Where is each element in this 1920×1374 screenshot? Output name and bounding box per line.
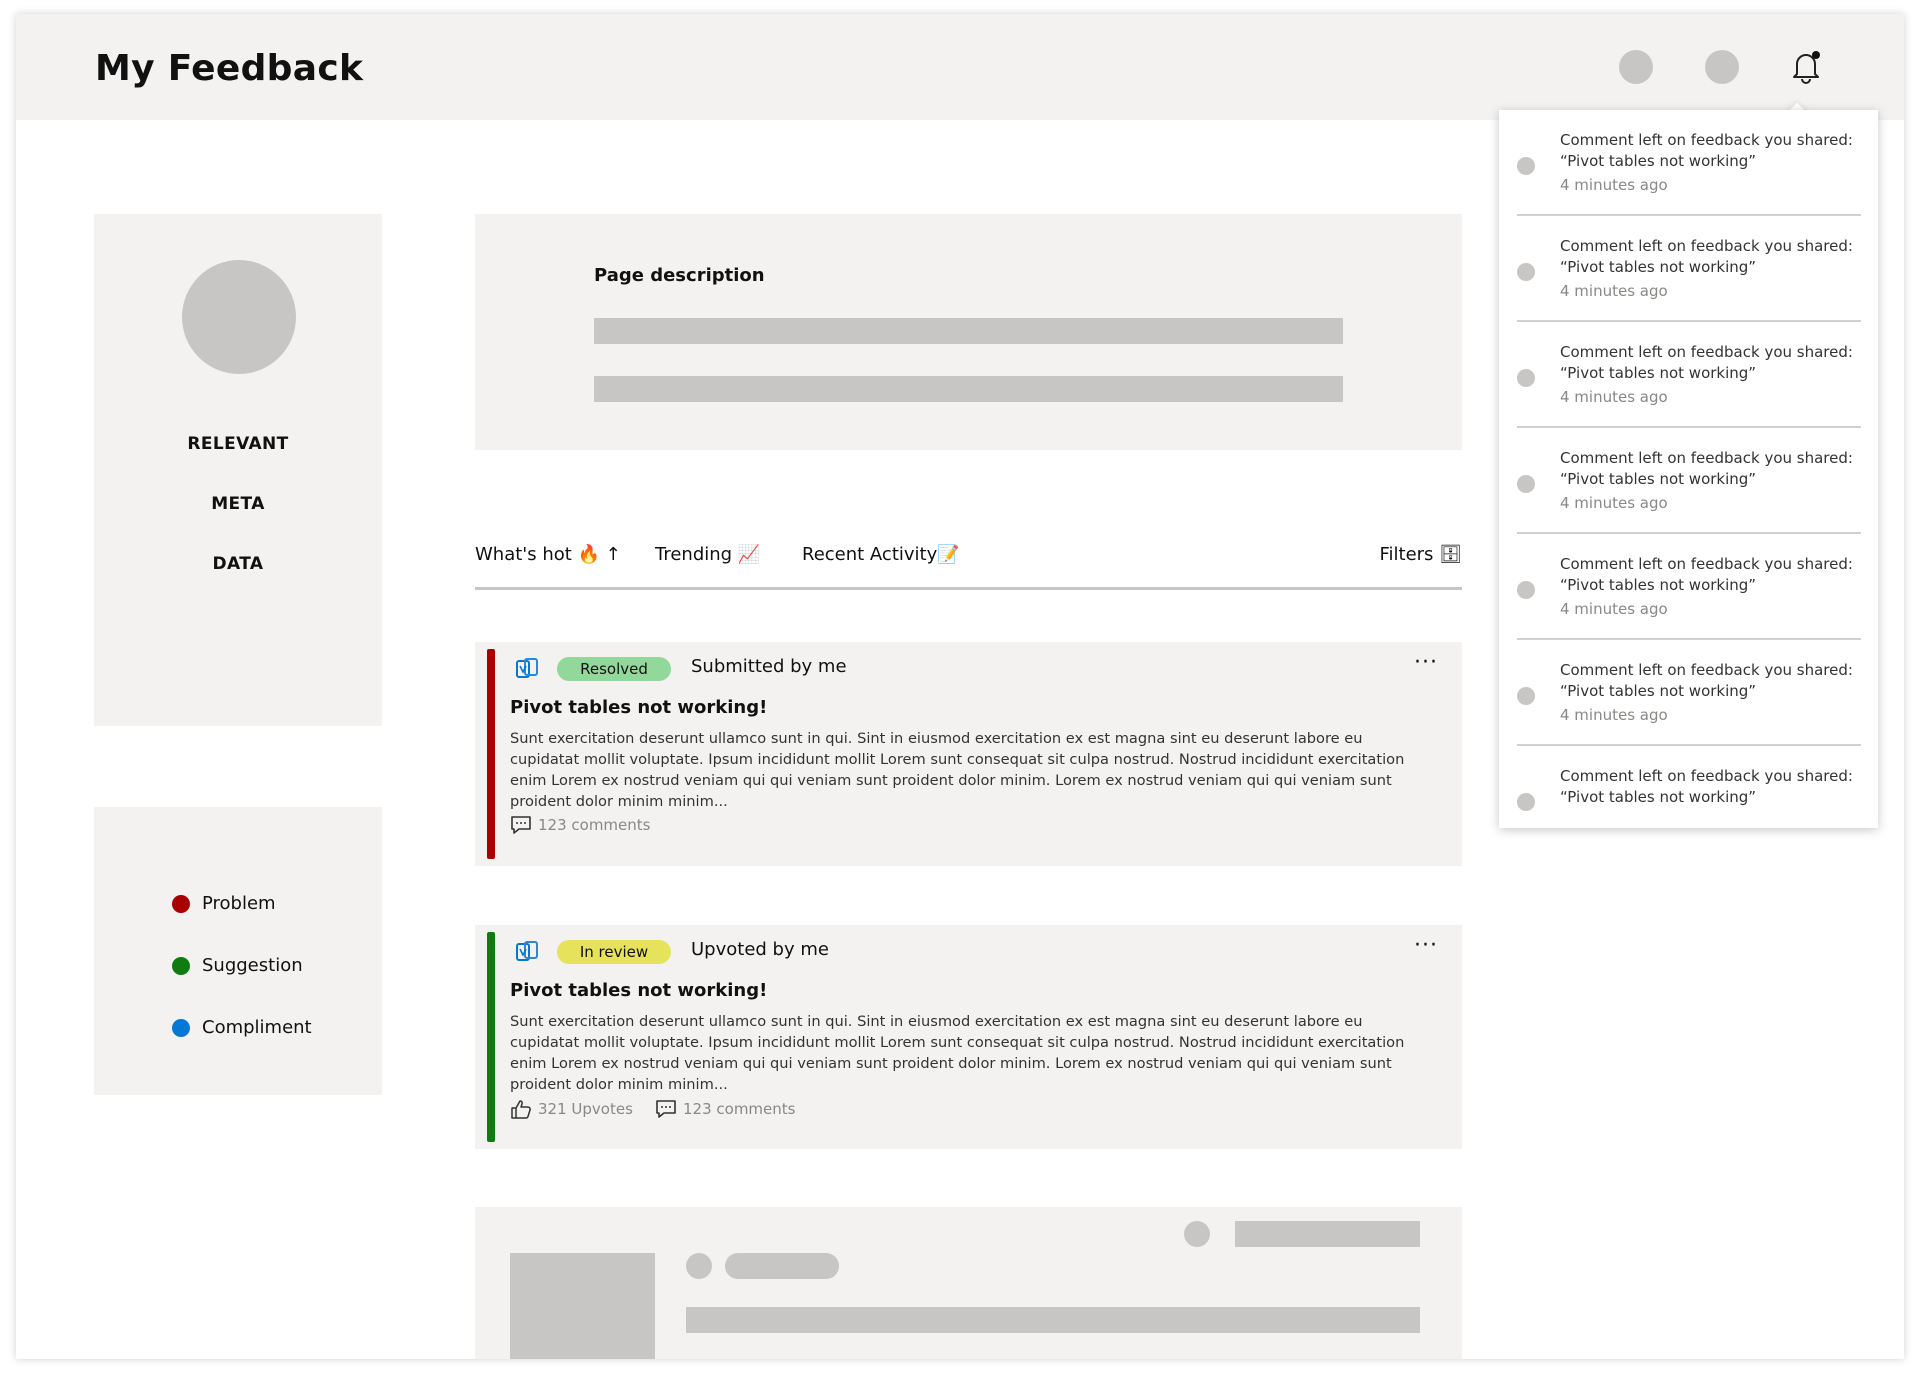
more-options-icon[interactable]: ··· [1414, 650, 1438, 675]
thumbs-up-icon [511, 1100, 531, 1119]
comments-link[interactable]: 123 comments [510, 815, 650, 835]
feedback-app-icon [514, 657, 540, 681]
notification-text: Comment left on feedback you shared: “Piv… [1560, 555, 1853, 594]
notification-time: 4 minutes ago [1560, 706, 1668, 724]
notification-time: 4 minutes ago [1560, 282, 1668, 300]
skeleton-image [510, 1253, 655, 1359]
legend-item-compliment: Compliment [172, 1017, 312, 1038]
feedback-card[interactable]: Resolved Submitted by me ··· Pivot table… [475, 642, 1462, 866]
comment-icon [656, 1100, 676, 1118]
card-body: Sunt exercitation deserunt ullamco sunt … [510, 730, 1405, 810]
meta-label: RELEVANT [187, 434, 289, 454]
skeleton-line [686, 1307, 1420, 1333]
upvote-button[interactable]: 321 Upvotes [510, 1099, 633, 1119]
unread-dot-icon [1517, 263, 1535, 281]
description-placeholder-line [594, 376, 1343, 402]
loading-card-skeleton [475, 1207, 1462, 1359]
feed-tabs: What's hot 🔥 ↑ Trending 📈 Recent Activit… [475, 544, 1462, 590]
unread-dot-icon [1517, 475, 1535, 493]
status-badge: Resolved [557, 657, 671, 681]
category-indicator [487, 932, 495, 1142]
page-title: My Feedback [95, 48, 364, 89]
tab-whats-hot[interactable]: What's hot 🔥 ↑ [475, 544, 621, 565]
meta-label: DATA [212, 554, 264, 574]
compliment-dot-icon [172, 1018, 190, 1037]
skeleton-pill [725, 1253, 839, 1279]
legend-item-problem: Problem [172, 893, 276, 914]
app-window: My Feedback RELEVANT META DATA Problem S… [16, 14, 1904, 1359]
card-relation: Upvoted by me [691, 939, 829, 960]
bell-icon[interactable] [1791, 50, 1821, 84]
notification-item[interactable]: Comment left on feedback you shared: “Piv… [1517, 534, 1861, 640]
notification-item[interactable]: Comment left on feedback you shared: “Piv… [1517, 746, 1861, 828]
description-title: Page description [594, 265, 765, 286]
upvote-count: 321 Upvotes [538, 1100, 633, 1118]
unread-dot-icon [1517, 793, 1535, 811]
legend-label: Problem [202, 893, 276, 914]
notification-item[interactable]: Comment left on feedback you shared: “Piv… [1517, 216, 1861, 322]
comments-link[interactable]: 123 comments [655, 1099, 795, 1119]
unread-dot-icon [1517, 581, 1535, 599]
comment-icon [511, 816, 531, 834]
card-title[interactable]: Pivot tables not working! [510, 980, 767, 1001]
legend-label: Suggestion [202, 955, 303, 976]
card-relation: Submitted by me [691, 656, 847, 677]
notification-text: Comment left on feedback you shared: “Piv… [1560, 343, 1853, 382]
header-avatar-placeholder[interactable] [1705, 50, 1739, 84]
notification-text: Comment left on feedback you shared: “Piv… [1560, 767, 1853, 806]
feedback-card[interactable]: In review Upvoted by me ··· Pivot tables… [475, 925, 1462, 1149]
status-badge: In review [557, 940, 671, 964]
feedback-app-icon [514, 940, 540, 964]
avatar [182, 260, 296, 374]
category-indicator [487, 649, 495, 859]
tab-recent-activity[interactable]: Recent Activity📝 [802, 544, 960, 565]
skeleton-line [1235, 1221, 1420, 1247]
filters-button[interactable]: Filters 🗄 [1379, 544, 1462, 565]
comments-count: 123 comments [538, 816, 651, 834]
legend-item-suggestion: Suggestion [172, 955, 303, 976]
unread-dot-icon [1517, 157, 1535, 175]
skeleton-circle [1184, 1221, 1210, 1247]
notification-text: Comment left on feedback you shared: “Piv… [1560, 449, 1853, 488]
page-description-card: Page description [475, 214, 1462, 450]
notification-flyout: Comment left on feedback you shared: “Piv… [1499, 110, 1878, 828]
legend-label: Compliment [202, 1017, 312, 1038]
notification-item[interactable]: Comment left on feedback you shared: “Piv… [1517, 322, 1861, 428]
meta-label: META [211, 494, 265, 514]
more-options-icon[interactable]: ··· [1414, 933, 1438, 958]
notification-time: 4 minutes ago [1560, 176, 1668, 194]
notification-time: 4 minutes ago [1560, 600, 1668, 618]
comments-count: 123 comments [683, 1100, 796, 1118]
category-legend: Problem Suggestion Compliment [94, 807, 382, 1095]
notification-text: Comment left on feedback you shared: “Piv… [1560, 237, 1853, 276]
page-header: My Feedback [16, 14, 1904, 120]
suggestion-dot-icon [172, 956, 190, 975]
card-title[interactable]: Pivot tables not working! [510, 697, 767, 718]
card-body: Sunt exercitation deserunt ullamco sunt … [510, 1013, 1405, 1093]
notification-item[interactable]: Comment left on feedback you shared: “Piv… [1517, 640, 1861, 746]
notification-item[interactable]: Comment left on feedback you shared: “Piv… [1517, 428, 1861, 534]
skeleton-circle [686, 1253, 712, 1279]
notification-time: 4 minutes ago [1560, 494, 1668, 512]
notification-item[interactable]: Comment left on feedback you shared: “Piv… [1517, 110, 1861, 216]
unread-dot-icon [1517, 687, 1535, 705]
notification-text: Comment left on feedback you shared: “Piv… [1560, 131, 1853, 170]
header-avatar-placeholder[interactable] [1619, 50, 1653, 84]
description-placeholder-line [594, 318, 1343, 344]
problem-dot-icon [172, 894, 190, 913]
unread-dot-icon [1517, 369, 1535, 387]
notification-text: Comment left on feedback you shared: “Piv… [1560, 661, 1853, 700]
notification-time: 4 minutes ago [1560, 388, 1668, 406]
profile-card: RELEVANT META DATA [94, 214, 382, 726]
tab-trending[interactable]: Trending 📈 [655, 544, 760, 565]
